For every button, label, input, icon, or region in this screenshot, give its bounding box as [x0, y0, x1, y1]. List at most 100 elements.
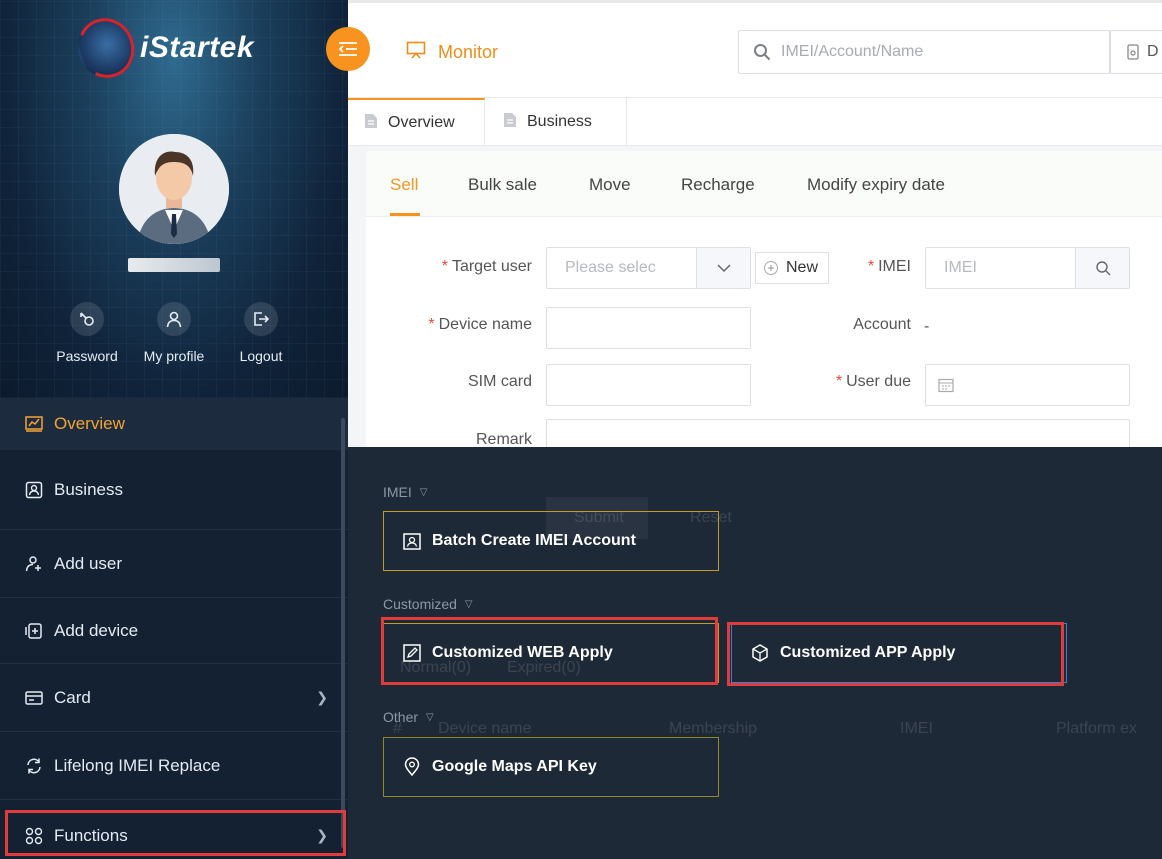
sidebar-scrollbar[interactable]	[341, 418, 345, 848]
tab-overview[interactable]: Overview	[348, 98, 485, 146]
section-customized-label: Customized	[383, 596, 457, 612]
tab-overview-label: Overview	[388, 114, 455, 131]
sidebar-item-add-user[interactable]: Add user	[0, 530, 348, 598]
dropdown-button[interactable]	[696, 248, 750, 288]
sidebar-item-overview[interactable]: Overview	[0, 398, 348, 450]
username-redacted	[128, 258, 220, 272]
tab-business[interactable]: Business	[485, 98, 627, 146]
search-icon	[754, 44, 771, 61]
section-imei-label: IMEI	[383, 484, 412, 500]
monitor-link[interactable]: Monitor	[406, 41, 498, 64]
sidebar-item-label: Business	[54, 479, 123, 499]
refresh-icon	[24, 756, 44, 776]
sidebar-item-card[interactable]: Card ❯	[0, 664, 348, 732]
imei-placeholder: IMEI	[944, 259, 977, 276]
password-action[interactable]: Password	[42, 302, 132, 364]
page-tabs: Overview Business	[348, 98, 1162, 146]
imei-input[interactable]: IMEI	[925, 247, 1130, 289]
chevron-down-icon: ▽	[426, 711, 434, 723]
device-name-label: * Device name	[428, 316, 532, 333]
section-customized-header[interactable]: Customized ▽	[383, 596, 473, 612]
password-icon	[70, 302, 104, 336]
card-icon	[24, 688, 44, 708]
monitor-label: Monitor	[438, 42, 499, 62]
target-user-label: * Target user	[441, 258, 532, 275]
plus-icon: +	[764, 261, 778, 275]
subtab-modify-expiry-date[interactable]: Modify expiry date	[807, 175, 945, 195]
sidebar-item-label: Overview	[54, 414, 125, 433]
target-user-select[interactable]: Please selec	[546, 247, 751, 289]
device-selector-label: D	[1147, 43, 1159, 60]
my-profile-action[interactable]: My profile	[129, 302, 219, 364]
active-tab-underline	[390, 213, 420, 216]
chevron-down-icon	[716, 264, 731, 272]
search-placeholder: IMEI/Account/Name	[781, 43, 924, 60]
app-apply-highlight-box	[727, 622, 1064, 686]
logout-label: Logout	[239, 348, 283, 364]
logout-action[interactable]: Logout	[216, 302, 306, 364]
sidebar-item-label: Add user	[54, 553, 123, 573]
sim-card-input[interactable]	[546, 364, 751, 406]
sim-card-label: SIM card	[467, 373, 532, 390]
sidebar-item-label: Card	[54, 687, 91, 707]
new-user-button[interactable]: + New	[755, 252, 830, 284]
logout-icon	[244, 302, 278, 336]
user-due-datepicker[interactable]	[925, 364, 1130, 406]
device-name-input[interactable]	[546, 307, 751, 349]
top-bar: Monitor IMEI/Account/Name D	[348, 0, 1162, 98]
table-col-imei-ghost: IMEI	[900, 720, 933, 737]
device-selector[interactable]: D	[1110, 30, 1162, 74]
card-label: Google Maps API Key	[432, 758, 597, 775]
subtab-move[interactable]: Move	[589, 175, 631, 195]
chevron-right-icon: ❯	[316, 689, 328, 705]
imei-label: * IMEI	[867, 258, 911, 275]
target-user-placeholder: Please selec	[565, 259, 656, 276]
search-icon	[1095, 261, 1110, 276]
map-pin-icon	[402, 757, 422, 777]
sidebar-item-add-device[interactable]: Add device	[0, 598, 348, 664]
functions-panel: Submit Reset Normal(0) Expired(0) # Devi…	[348, 447, 1162, 859]
logo[interactable]: iStartek	[69, 10, 255, 86]
my-profile-label: My profile	[143, 348, 205, 364]
document-icon	[503, 112, 517, 133]
account-value: -	[924, 318, 930, 335]
section-imei-header[interactable]: IMEI ▽	[383, 484, 427, 500]
section-other-header[interactable]: Other ▽	[383, 709, 434, 725]
calendar-icon	[938, 378, 954, 393]
account-label: Account	[853, 316, 911, 333]
globe-logo-icon	[69, 10, 143, 86]
imei-search-button[interactable]	[1075, 248, 1129, 288]
section-other-label: Other	[383, 709, 419, 725]
batch-account-icon	[402, 531, 422, 551]
subtab-bulk-sale[interactable]: Bulk sale	[468, 175, 537, 195]
google-maps-api-key-card[interactable]: Google Maps API Key	[383, 737, 719, 797]
menu-fold-icon	[338, 42, 357, 56]
sidebar-item-lifelong-imei-replace[interactable]: Lifelong IMEI Replace	[0, 732, 348, 800]
sidebar-item-label: Add device	[54, 620, 139, 640]
subtab-recharge[interactable]: Recharge	[681, 175, 755, 195]
password-label: Password	[56, 348, 118, 364]
device-icon	[1127, 44, 1139, 60]
sidebar: iStartek Password My profile Logout Over…	[0, 0, 348, 859]
web-apply-highlight-box	[381, 617, 718, 685]
table-col-platform-ghost: Platform ex	[1056, 720, 1137, 737]
batch-create-imei-account-card[interactable]: Batch Create IMEI Account	[383, 511, 719, 571]
sidebar-header: iStartek Password My profile Logout	[0, 0, 348, 398]
logo-text: iStartek	[140, 31, 255, 64]
search-input[interactable]: IMEI/Account/Name	[738, 30, 1110, 74]
sub-tabs: Sell Bulk sale Move Recharge Modify expi…	[366, 151, 1162, 217]
chevron-down-icon: ▽	[419, 486, 428, 498]
subtab-sell[interactable]: Sell	[390, 175, 418, 195]
sidebar-item-business[interactable]: Business	[0, 450, 348, 530]
sidebar-item-label: Lifelong IMEI Replace	[54, 755, 221, 775]
tab-business-label: Business	[527, 113, 592, 130]
profile-icon	[157, 302, 191, 336]
card-label: Batch Create IMEI Account	[432, 532, 636, 549]
menu-toggle-button[interactable]	[326, 27, 370, 71]
avatar[interactable]	[119, 134, 229, 244]
add-device-icon	[24, 621, 44, 641]
business-icon	[24, 480, 44, 500]
add-user-icon	[24, 554, 44, 574]
monitor-icon	[406, 41, 426, 64]
chart-icon	[24, 414, 44, 434]
